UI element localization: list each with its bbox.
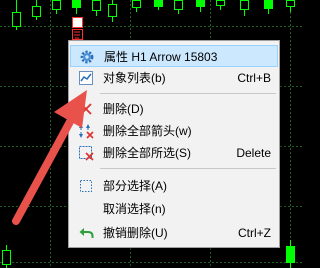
candle [154,0,163,7]
candle [264,0,273,9]
menu-item-label: 部分选择(A) [103,179,167,193]
candle [174,0,183,10]
menu-separator [100,168,276,169]
candle [286,0,295,7]
menu-item-properties[interactable]: 属性 H1 Arrow 15803 [70,45,278,67]
menu-item-label: 删除(D) [103,102,144,116]
menu-item-label: 取消选择(n) [103,202,166,216]
menu-item-delete[interactable]: 删除(D) [70,98,278,120]
arrows-icon [79,124,94,139]
menu-item-delete-all-selected[interactable]: 删除全部所选(S) Delete [70,142,278,164]
menu-item-label: 删除全部所选(S) [103,146,191,160]
candle [108,4,117,17]
candle [12,12,21,27]
delete-selection-icon [79,146,94,161]
candle [72,0,81,8]
menu-item-delete-all-arrows[interactable]: 删除全部箭头(w) [70,120,278,142]
candle [2,250,11,265]
menu-item-label: 属性 H1 Arrow 15803 [104,50,218,64]
menu-separator [100,93,276,94]
menu-item-label: 撤销删除(U) [103,226,168,240]
candle [286,246,295,263]
candle [196,0,205,7]
menu-item-object-list[interactable]: 对象列表(b) Ctrl+B [70,67,278,89]
dotted-square-icon [80,180,92,192]
chart-window: 属性 H1 Arrow 15803 对象列表(b) Ctrl+B 删除(D) 删… [0,0,302,268]
candle [132,0,141,8]
candle [216,0,225,6]
red-x-icon [80,103,92,115]
menu-item-partial-select[interactable]: 部分选择(A) [70,175,278,197]
menu-item-shortcut: Ctrl+B [237,71,271,85]
candle [52,0,61,10]
gear-icon [80,50,94,64]
chart-icon [79,71,93,85]
candle [92,0,101,11]
candle [32,6,41,17]
menu-item-label: 删除全部箭头(w) [103,124,192,138]
menu-item-shortcut: Delete [236,146,271,160]
menu-item-shortcut: Ctrl+Z [238,226,271,240]
menu-item-label: 对象列表(b) [103,71,166,85]
context-menu: 属性 H1 Arrow 15803 对象列表(b) Ctrl+B 删除(D) 删… [68,40,280,248]
menu-item-deselect[interactable]: 取消选择(n) [70,198,278,220]
undo-arrow-icon [79,228,94,238]
candle [240,0,249,10]
menu-item-undo-delete[interactable]: 撤销删除(U) Ctrl+Z [70,222,278,244]
selected-arrow-object[interactable] [72,17,83,40]
